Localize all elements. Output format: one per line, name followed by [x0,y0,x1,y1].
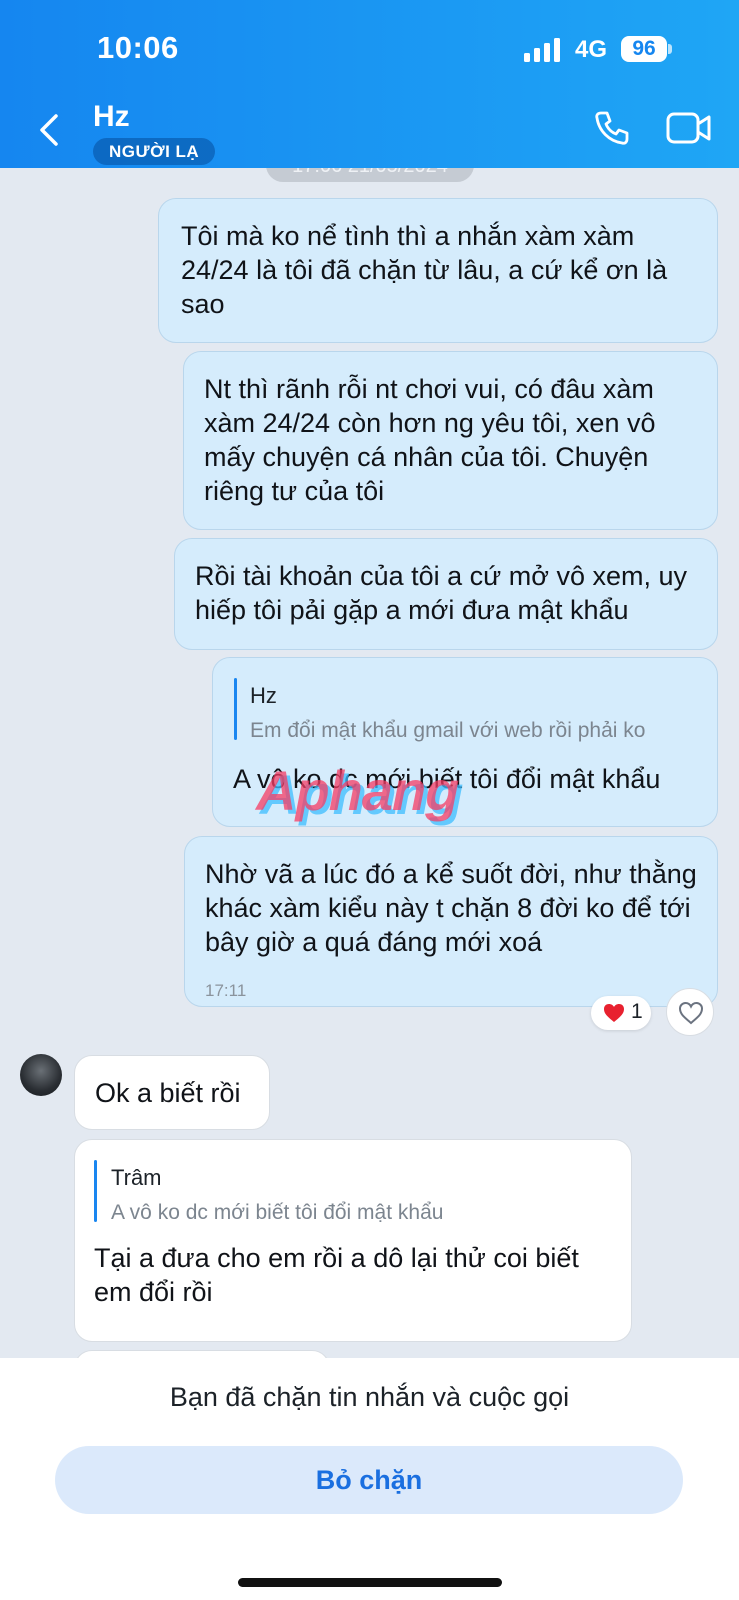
add-reaction-button[interactable] [666,988,714,1036]
watermark-logo: Aphang [256,759,459,822]
stranger-badge: NGƯỜI LẠ [93,138,216,165]
battery-tip [668,44,672,54]
video-call-icon[interactable] [666,110,712,146]
received-reply-message[interactable]: Trâm A vô ko dc mới biết tôi đổi mật khẩ… [74,1139,632,1342]
sent-message[interactable]: Rồi tài khoản của tôi a cứ mở vô xem, uy… [174,538,718,650]
blocked-notice: Bạn đã chặn tin nhắn và cuộc gọi [169,1382,570,1412]
reaction-count: 1 [631,1000,643,1023]
quote-text: Em đổi mật khẩu gmail với web rồi phải k… [250,719,646,742]
contact-avatar[interactable] [20,1054,62,1096]
received-message[interactable]: Ok a biết rồi [74,1055,270,1130]
quote-sender: Hz [250,683,277,708]
message-text: Tại a đưa cho em rồi a dô lại thử coi bi… [94,1243,579,1307]
unblock-button[interactable]: Bỏ chặn [55,1446,683,1514]
phone-call-icon[interactable] [592,108,632,148]
quote-sender: Trâm [111,1165,162,1190]
reaction-badge[interactable]: 1 [591,996,651,1030]
chat-header: 10:06 4G 96 Hz NGƯỜI LẠ [0,0,739,168]
blocked-footer: Bạn đã chặn tin nhắn và cuộc gọi Bỏ chặn [0,1358,739,1600]
battery-icon: 96 [621,36,667,62]
sent-message[interactable]: Nhờ vã a lúc đó a kể suốt đời, như thằng… [184,836,718,1007]
message-text: Tôi mà ko nể tình thì a nhắn xàm xàm 24/… [181,221,668,319]
status-time: 10:06 [97,30,179,65]
signal-icon [524,38,560,62]
network-label: 4G [575,36,608,63]
quote-bar [234,678,237,740]
sent-message[interactable]: Tôi mà ko nể tình thì a nhắn xàm xàm 24/… [158,198,718,343]
home-indicator [238,1578,502,1587]
heart-outline-icon [678,1001,704,1025]
message-time: 17:11 [205,981,247,1000]
message-text: Ok a biết rồi [95,1078,241,1108]
sent-message[interactable]: Nt thì rãnh rỗi nt chơi vui, có đâu xàm … [183,351,718,530]
message-text: Nhờ vã a lúc đó a kể suốt đời, như thằng… [205,859,697,957]
quote-text: A vô ko dc mới biết tôi đổi mật khẩu [111,1201,444,1224]
back-chevron-icon[interactable] [34,110,68,150]
heart-reaction-icon [604,1004,624,1022]
message-text: Rồi tài khoản của tôi a cứ mở vô xem, uy… [195,561,687,625]
contact-name[interactable]: Hz [93,100,130,134]
quote-bar [94,1160,97,1222]
message-text: Nt thì rãnh rỗi nt chơi vui, có đâu xàm … [204,374,656,506]
